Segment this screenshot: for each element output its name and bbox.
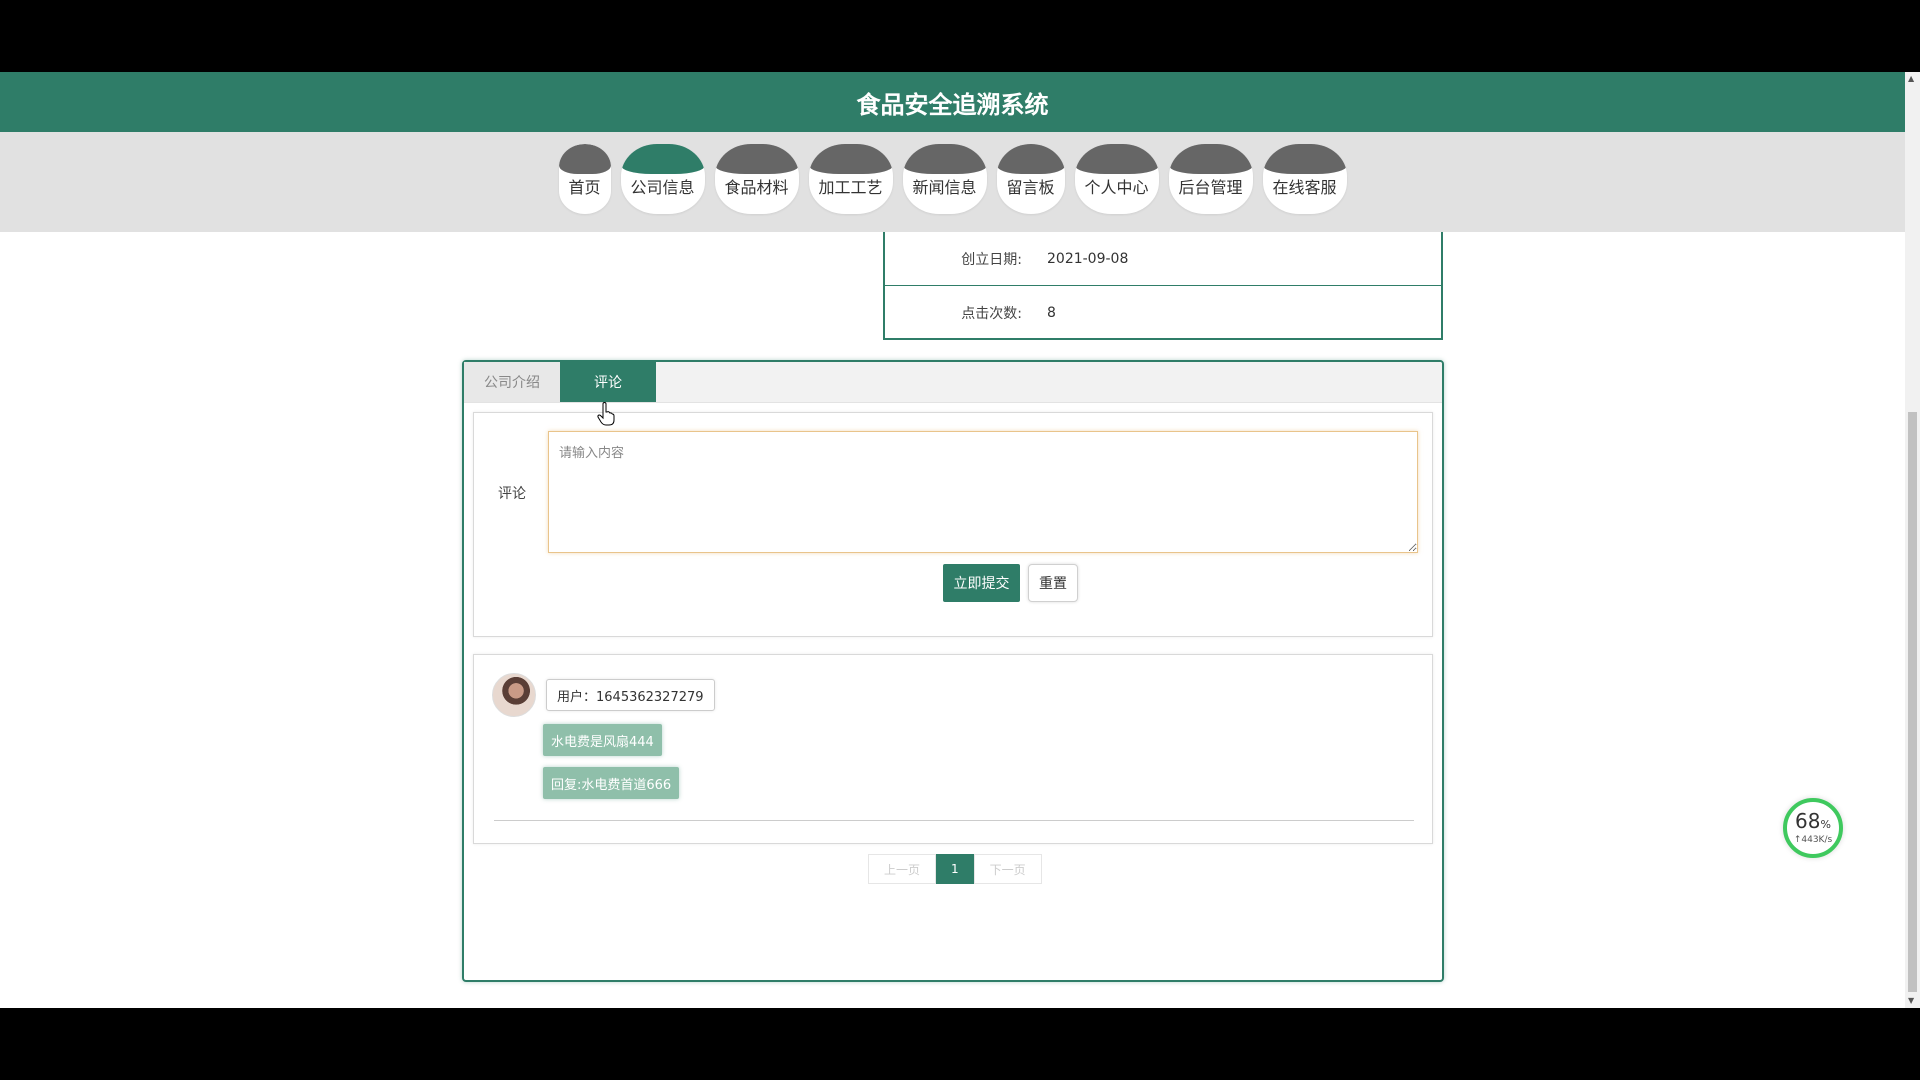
company-info-box: 创立日期: 2021-09-08 点击次数: 8 (883, 232, 1443, 340)
comment-user: 用户：1645362327279 (546, 679, 715, 711)
nav-item-food-materials[interactable]: 食品材料 (714, 144, 799, 214)
scroll-thumb[interactable] (1908, 412, 1917, 992)
page: 食品安全追溯系统 首页 公司信息 食品材料 加工工艺 新闻信息 留言板 个人中心… (0, 72, 1905, 1008)
scroll-up-icon[interactable]: ▲ (1908, 74, 1914, 83)
founded-value: 2021-09-08 (1047, 250, 1129, 267)
nav-item-online-service[interactable]: 在线客服 (1262, 144, 1347, 214)
founded-label: 创立日期: (961, 251, 1022, 268)
info-row-clicks: 点击次数: 8 (885, 285, 1441, 339)
nav-item-message-board[interactable]: 留言板 (996, 144, 1065, 214)
next-page-button[interactable]: 下一页 (973, 854, 1042, 884)
tab-comments[interactable]: 评论 (560, 362, 656, 402)
page-number-button[interactable]: 1 (936, 854, 974, 884)
speed-percent: 68% (1795, 809, 1831, 833)
main-nav: 首页 公司信息 食品材料 加工工艺 新闻信息 留言板 个人中心 后台管理 在线客… (0, 132, 1905, 232)
comment-label: 评论 (498, 486, 526, 502)
nav-item-home[interactable]: 首页 (558, 144, 611, 214)
info-row-founded: 创立日期: 2021-09-08 (885, 232, 1441, 285)
avatar (492, 673, 536, 717)
network-speed-widget[interactable]: 68% ↑443K/s (1783, 798, 1843, 858)
prev-page-button[interactable]: 上一页 (868, 854, 937, 884)
nav-item-processing[interactable]: 加工工艺 (808, 144, 893, 214)
clicks-label: 点击次数: (961, 305, 1022, 322)
comment-reply: 回复:水电费首道666 (543, 767, 680, 799)
nav-item-company-info[interactable]: 公司信息 (620, 144, 705, 214)
tab-header: 公司介绍 评论 (464, 362, 1442, 403)
scrollbar[interactable]: ▲ ▼ (1905, 72, 1920, 1008)
comment-textarea[interactable] (548, 431, 1418, 553)
submit-button[interactable]: 立即提交 (943, 564, 1020, 602)
site-title: 食品安全追溯系统 (856, 90, 1049, 119)
comment-list: 用户：1645362327279 水电费是风扇444 回复:水电费首道666 (473, 654, 1433, 844)
comment-content: 水电费是风扇444 (543, 724, 662, 756)
hand-cursor-icon (597, 402, 615, 426)
site-title-bar: 食品安全追溯系统 (0, 72, 1905, 132)
nav-item-news[interactable]: 新闻信息 (902, 144, 987, 214)
reset-button[interactable]: 重置 (1028, 564, 1078, 602)
comment-form: 评论 立即提交 重置 (473, 412, 1433, 637)
tab-company-intro[interactable]: 公司介绍 (464, 362, 560, 402)
content-panel: 公司介绍 评论 评论 立即提交 重置 用户：1645362327279 水电费是… (462, 360, 1444, 982)
nav-item-personal-center[interactable]: 个人中心 (1074, 144, 1159, 214)
scroll-down-icon[interactable]: ▼ (1908, 996, 1914, 1005)
nav-item-admin[interactable]: 后台管理 (1168, 144, 1253, 214)
comment-divider (494, 820, 1414, 821)
clicks-value: 8 (1047, 304, 1056, 321)
speed-rate: ↑443K/s (1793, 835, 1833, 845)
browser-viewport: 食品安全追溯系统 首页 公司信息 食品材料 加工工艺 新闻信息 留言板 个人中心… (0, 72, 1920, 1008)
pagination: 上一页 1 下一页 (868, 854, 1042, 884)
